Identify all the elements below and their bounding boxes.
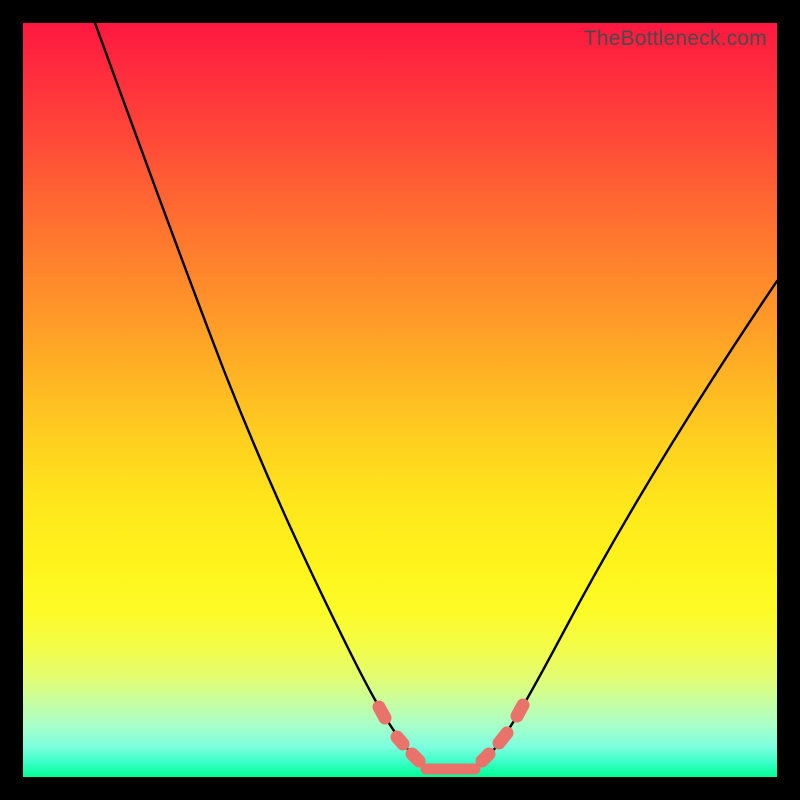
curve-svg [23, 23, 777, 777]
highlight-marker [379, 707, 385, 718]
highlight-marker [412, 754, 419, 761]
highlight-marker [517, 705, 523, 716]
highlight-marker [482, 754, 489, 761]
watermark-text: TheBottleneck.com [584, 27, 767, 51]
highlight-marker [499, 733, 507, 743]
plot-area: TheBottleneck.com [23, 23, 777, 777]
outer-frame: TheBottleneck.com [0, 0, 800, 800]
highlight-marker [397, 737, 403, 744]
bottleneck-curve [95, 23, 777, 770]
